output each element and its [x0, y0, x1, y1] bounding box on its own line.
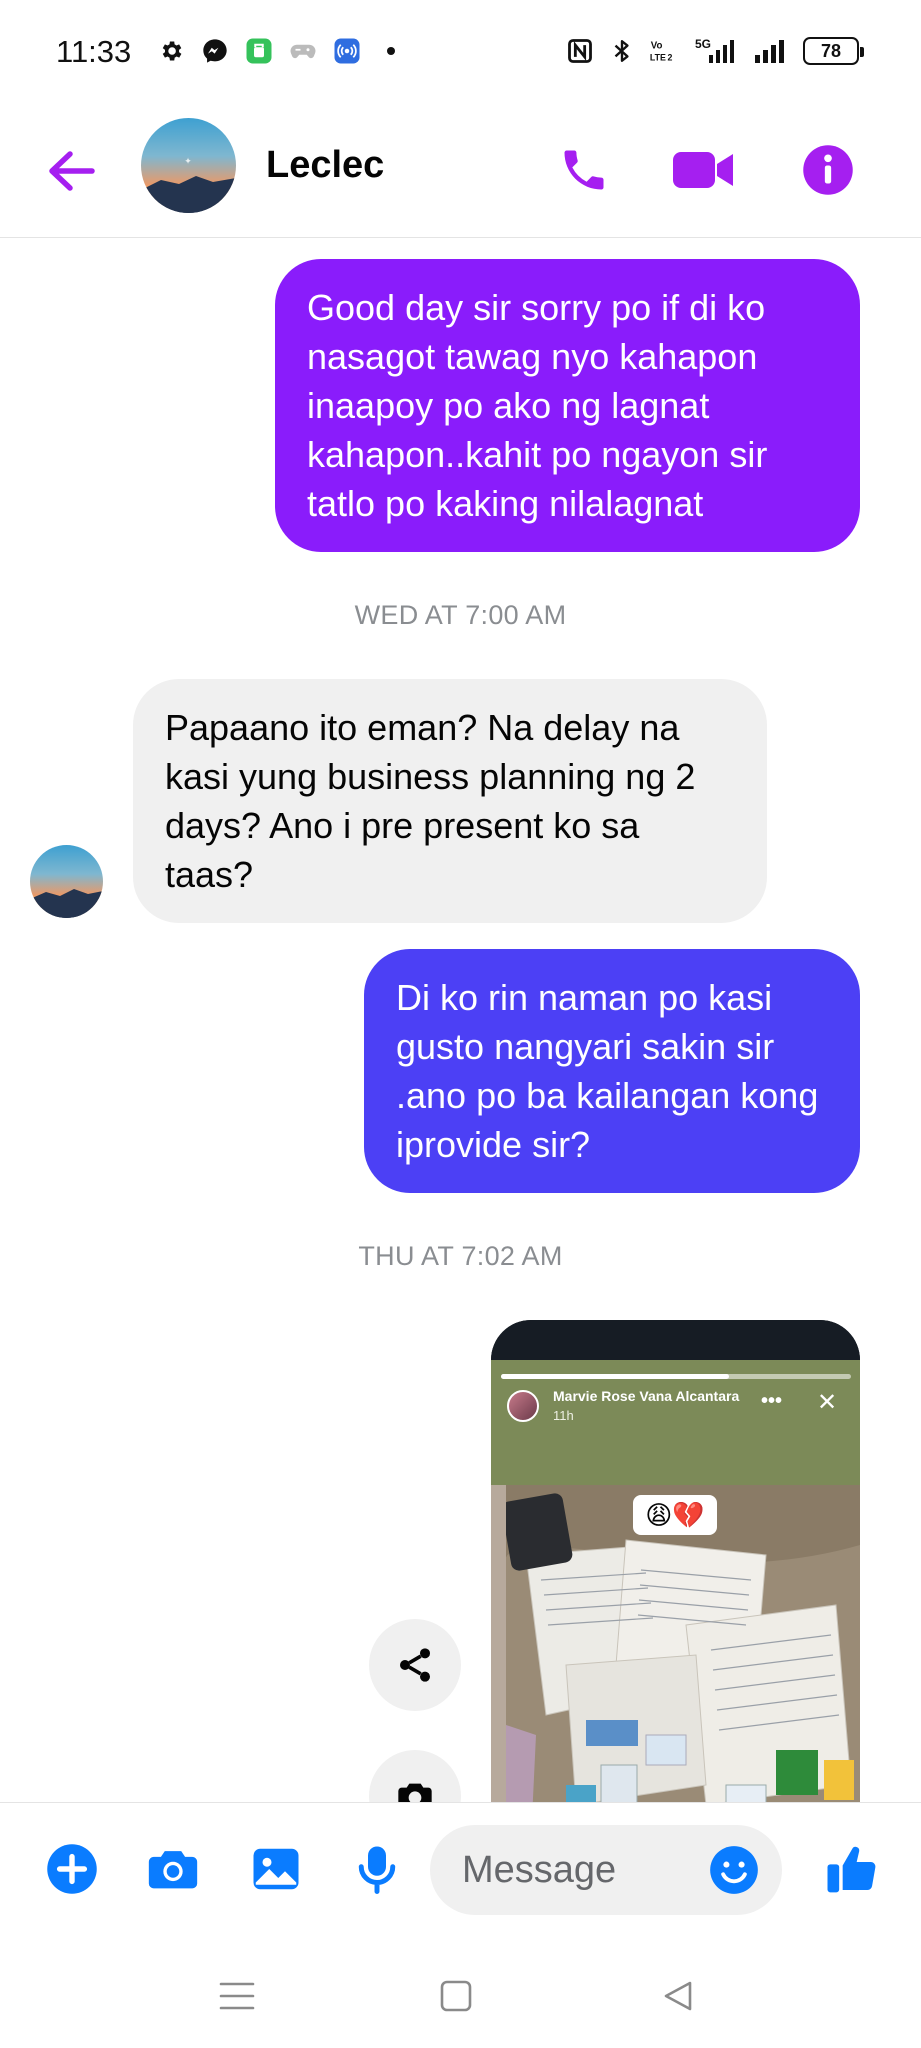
nfc-icon	[565, 36, 595, 66]
plus-button[interactable]	[42, 1839, 102, 1899]
story-progress-bar	[501, 1374, 851, 1379]
back-arrow-icon	[49, 151, 95, 191]
outgoing-message[interactable]: Good day sir sorry po if di ko nasagot t…	[275, 259, 860, 552]
contact-name[interactable]: Leclec	[266, 144, 384, 187]
camera-button[interactable]	[143, 1839, 203, 1899]
back-nav-button[interactable]	[648, 1966, 708, 2026]
signal-5g-icon: 5G	[691, 36, 739, 66]
story-emoji-sticker: 😩💔	[633, 1495, 717, 1535]
svg-text:2: 2	[668, 53, 673, 63]
emoji-icon	[710, 1846, 758, 1894]
timestamp: WED AT 7:00 AM	[354, 600, 567, 630]
battery-icon: 78	[803, 37, 864, 65]
story-author-name: Marvie Rose Vana Alcantara	[553, 1388, 740, 1404]
story-author-avatar	[507, 1390, 539, 1422]
home-icon	[440, 1980, 472, 2012]
plus-icon	[47, 1844, 97, 1894]
story-photo: 😩💔	[506, 1485, 860, 1802]
messenger-icon	[200, 36, 230, 66]
system-nav-bar	[0, 1936, 921, 2048]
story-remote	[506, 1492, 574, 1572]
hotspot-icon	[332, 36, 362, 66]
story-top-bar	[491, 1320, 860, 1360]
back-icon	[664, 1981, 692, 2011]
timestamp: THU AT 7:02 AM	[358, 1241, 563, 1271]
message-list[interactable]: Good day sir sorry po if di ko nasagot t…	[0, 239, 921, 1802]
app-icon	[244, 36, 274, 66]
message-composer	[0, 1802, 921, 1936]
share-button[interactable]	[369, 1619, 461, 1711]
volte-icon: Vo LTE 2	[649, 36, 679, 66]
info-icon	[803, 145, 853, 195]
like-button[interactable]	[822, 1839, 882, 1899]
gallery-button[interactable]	[246, 1839, 306, 1899]
outgoing-message[interactable]: Di ko rin naman po kasi gusto nangyari s…	[364, 949, 860, 1193]
bluetooth-icon	[607, 36, 637, 66]
story-time: 11h	[553, 1408, 574, 1423]
camera-icon	[148, 1851, 198, 1889]
microphone-icon	[358, 1846, 396, 1894]
home-button[interactable]	[426, 1966, 486, 2026]
share-icon	[400, 1648, 430, 1682]
system-icons: Vo LTE 2 5G 78	[565, 36, 864, 66]
video-icon	[673, 152, 733, 188]
phone-icon	[564, 150, 604, 190]
svg-text:5G: 5G	[695, 37, 711, 51]
emoji-button[interactable]	[704, 1840, 764, 1900]
notification-icons	[156, 36, 406, 66]
sender-avatar[interactable]	[30, 845, 103, 918]
gamepad-icon	[288, 36, 318, 66]
incoming-message[interactable]: Papaano ito eman? Na delay na kasi yung …	[133, 679, 767, 923]
chat-header: ✦ Leclec	[0, 104, 921, 238]
more-icon: •••	[761, 1390, 783, 1412]
contact-avatar[interactable]: ✦	[141, 118, 236, 213]
story-header: Marvie Rose Vana Alcantara 11h ••• ✕	[491, 1360, 860, 1485]
back-button[interactable]	[42, 142, 100, 200]
menu-icon	[219, 1982, 255, 2010]
svg-text:LTE: LTE	[650, 53, 666, 63]
thumbs-up-icon	[827, 1846, 876, 1893]
dot-icon	[376, 36, 406, 66]
svg-text:Vo: Vo	[651, 40, 663, 51]
shared-story-image[interactable]: Marvie Rose Vana Alcantara 11h ••• ✕ 😩💔	[491, 1320, 860, 1802]
message-input[interactable]	[462, 1845, 692, 1895]
close-icon: ✕	[817, 1389, 838, 1416]
info-button[interactable]	[796, 138, 860, 202]
menu-button[interactable]	[207, 1966, 267, 2026]
voice-call-button[interactable]	[552, 138, 616, 202]
story-photo-edge	[491, 1485, 506, 1802]
camera-reply-button[interactable]	[369, 1750, 461, 1802]
svg-text:✦: ✦	[184, 156, 192, 166]
camera-icon	[398, 1783, 432, 1802]
status-bar: 11:33 Vo LTE 2 5G 78	[0, 0, 921, 104]
microphone-button[interactable]	[347, 1839, 407, 1899]
status-time: 11:33	[56, 34, 132, 69]
video-call-button[interactable]	[672, 138, 736, 202]
message-field[interactable]	[430, 1825, 782, 1915]
gear-icon	[156, 36, 186, 66]
gallery-icon	[253, 1848, 299, 1890]
signal-icon	[751, 36, 791, 66]
